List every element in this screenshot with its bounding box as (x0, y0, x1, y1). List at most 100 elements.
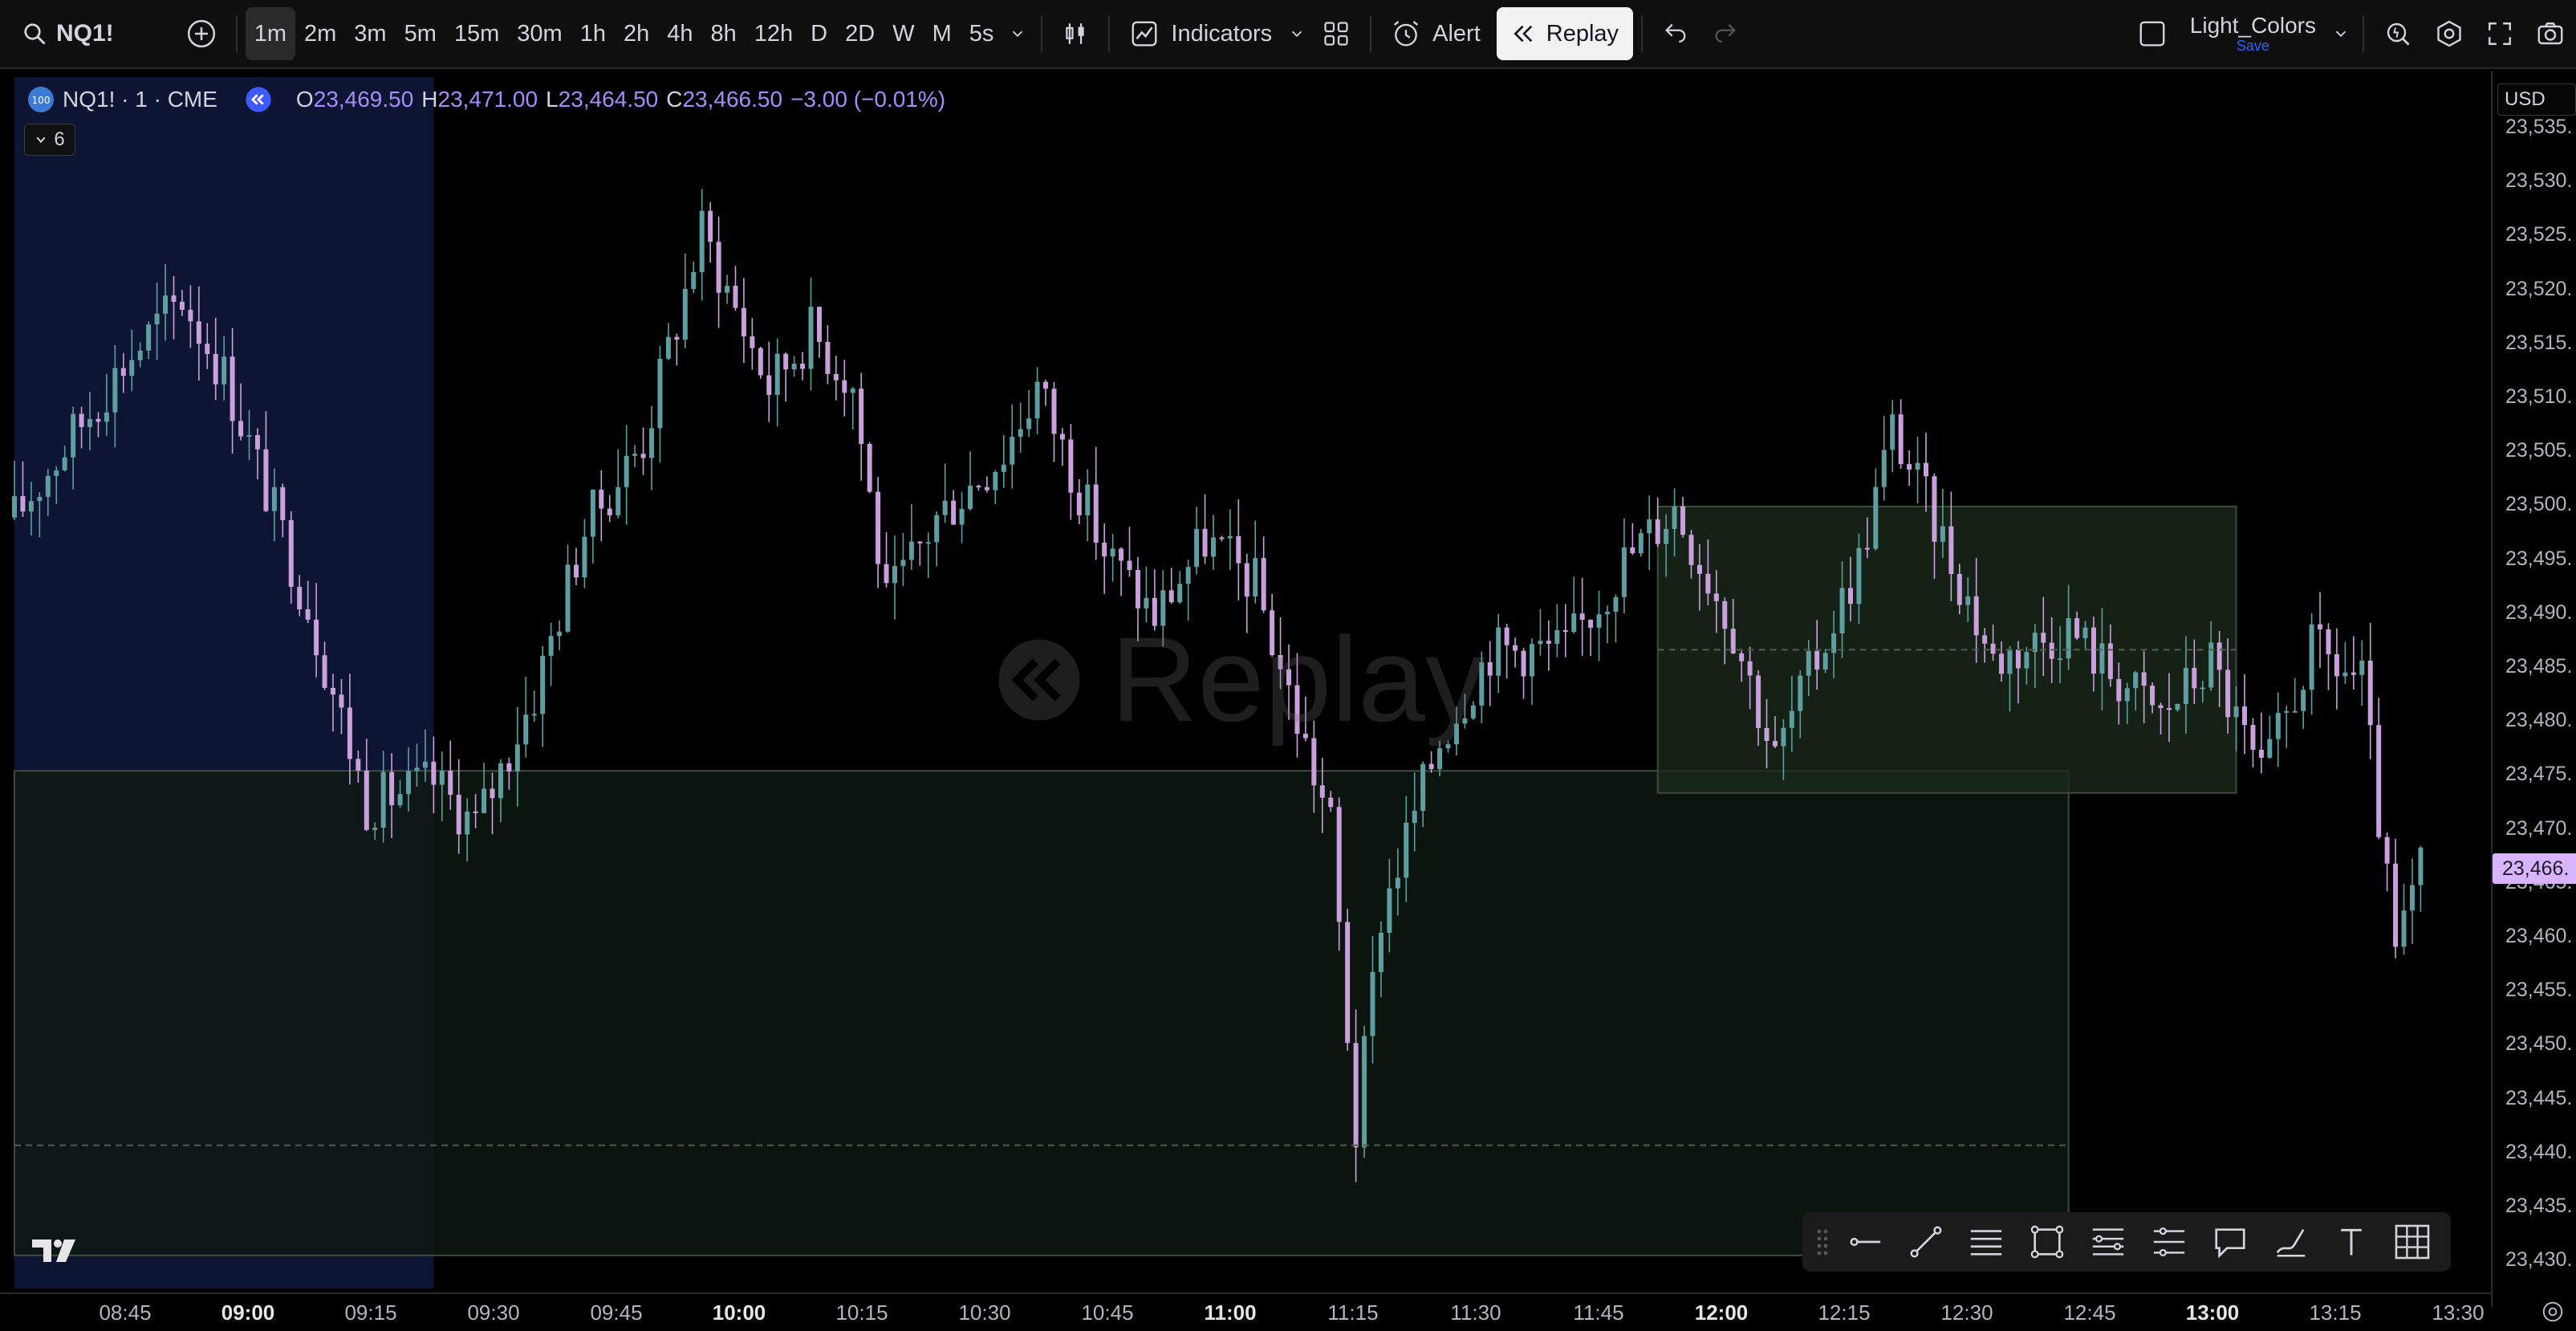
candle-body (1554, 629, 1560, 644)
candle-body (20, 496, 26, 512)
fib-retracement-icon (2092, 1228, 2124, 1256)
candle-body (95, 418, 101, 422)
price-chart[interactable] (0, 0, 2491, 1292)
grid-tool[interactable] (2382, 1215, 2443, 1268)
candle-body (1713, 593, 1719, 601)
candle-body (179, 301, 185, 310)
candle-body (1504, 627, 1509, 645)
candle-body (146, 324, 152, 351)
drag-handle[interactable] (1810, 1215, 1834, 1268)
candle-body (54, 470, 59, 476)
candle-body (2082, 627, 2088, 638)
candle-body (691, 271, 697, 289)
candle-body (1102, 542, 1107, 557)
currency-button[interactable]: USD (2497, 83, 2576, 116)
candle-body (2318, 624, 2323, 629)
candle-body (62, 457, 67, 470)
candle-body (104, 412, 109, 422)
candle-body (1026, 418, 1032, 429)
candle-body (2124, 688, 2130, 702)
candle-body (448, 770, 453, 796)
candle-body (506, 763, 512, 771)
price-axis-label: 23,440. (2505, 1140, 2573, 1163)
candle-body (725, 286, 730, 293)
callout-tool[interactable] (2200, 1215, 2261, 1268)
text-tool[interactable] (2321, 1215, 2382, 1268)
candle-body (1529, 644, 1534, 677)
time-axis-settings-icon[interactable] (2541, 1300, 2565, 1324)
candle-body (1672, 506, 1677, 529)
rectangle-tool[interactable] (2017, 1215, 2078, 1268)
candle-body (2242, 706, 2248, 726)
candle-body (1135, 569, 1140, 609)
candle-body (1412, 811, 1417, 823)
horizontal-ray-tool[interactable] (1834, 1215, 1895, 1268)
candle-body (271, 486, 277, 511)
candle-body (557, 631, 563, 637)
collapsed-indicator-count: 6 (54, 128, 65, 150)
candle-body (808, 307, 814, 369)
open-key: O (295, 87, 314, 112)
time-axis-label: 11:00 (1204, 1300, 1257, 1325)
candle-body (2041, 633, 2046, 643)
candle-body (196, 321, 201, 344)
legend-title[interactable]: NQ1! · 1 · CME (63, 87, 217, 112)
candle-body (1227, 535, 1233, 539)
price-axis-label: 23,480. (2505, 709, 2573, 732)
replay-indicator-icon[interactable] (245, 86, 272, 113)
candle-body (2007, 649, 2013, 674)
candle-body (1177, 584, 1183, 603)
time-axis-label: 13:30 (2432, 1300, 2485, 1325)
candle-body (188, 309, 193, 322)
candle-body (2225, 670, 2231, 718)
candle-body (1043, 381, 1049, 389)
fib-retracement-tool[interactable] (2078, 1215, 2139, 1268)
price-axis-label: 23,495. (2505, 547, 2573, 570)
candle-body (1278, 654, 1283, 670)
fib-levels-icon (2153, 1227, 2185, 1257)
price-axis-label: 23,455. (2505, 979, 2573, 1002)
candle-body (1965, 596, 1971, 605)
price-axis[interactable] (2491, 71, 2576, 1307)
candle-body (1990, 643, 1996, 654)
candle-body (1286, 669, 1292, 686)
fib-levels-tool[interactable] (2139, 1215, 2200, 1268)
indicators-collapse-button[interactable]: 6 (24, 124, 75, 156)
time-axis-label: 11:15 (1327, 1300, 1379, 1325)
candle-body (364, 771, 369, 830)
candle-body (531, 714, 537, 716)
candle-body (716, 242, 721, 293)
candle-body (565, 564, 571, 632)
candle-body (649, 428, 655, 458)
snapshot-button[interactable] (2525, 7, 2576, 60)
candle-body (1907, 464, 1912, 470)
candle-body (1890, 414, 1895, 450)
candle-body (1428, 763, 1434, 769)
candle-body (1756, 675, 1761, 728)
time-axis-label: 08:45 (99, 1300, 152, 1325)
candle-body (750, 336, 755, 348)
candle-body (2183, 667, 2188, 705)
candle-body (171, 295, 177, 302)
price-axis-label: 23,435. (2505, 1195, 2573, 1217)
price-axis-label: 23,535. (2505, 116, 2573, 138)
brush-tool[interactable] (2261, 1215, 2322, 1268)
price-axis-label: 23,510. (2505, 385, 2573, 408)
candle-body (1311, 738, 1317, 786)
candle-body (842, 380, 847, 393)
candle-body (741, 307, 746, 337)
candle-body (1445, 744, 1451, 749)
trend-line-tool[interactable] (1895, 1215, 1956, 1268)
candle-body (2192, 667, 2197, 689)
candle-body (1160, 590, 1166, 626)
candle-body (490, 788, 495, 799)
candle-body (1705, 573, 1711, 594)
candle-body (1068, 439, 1074, 493)
candle-body (213, 354, 218, 385)
parallel-lines-tool[interactable] (1956, 1215, 2017, 1268)
candle-body (774, 353, 780, 395)
candle-body (2233, 706, 2239, 718)
candle-body (1253, 558, 1258, 597)
candle-body (1973, 596, 1979, 636)
candle-body (1093, 484, 1099, 543)
